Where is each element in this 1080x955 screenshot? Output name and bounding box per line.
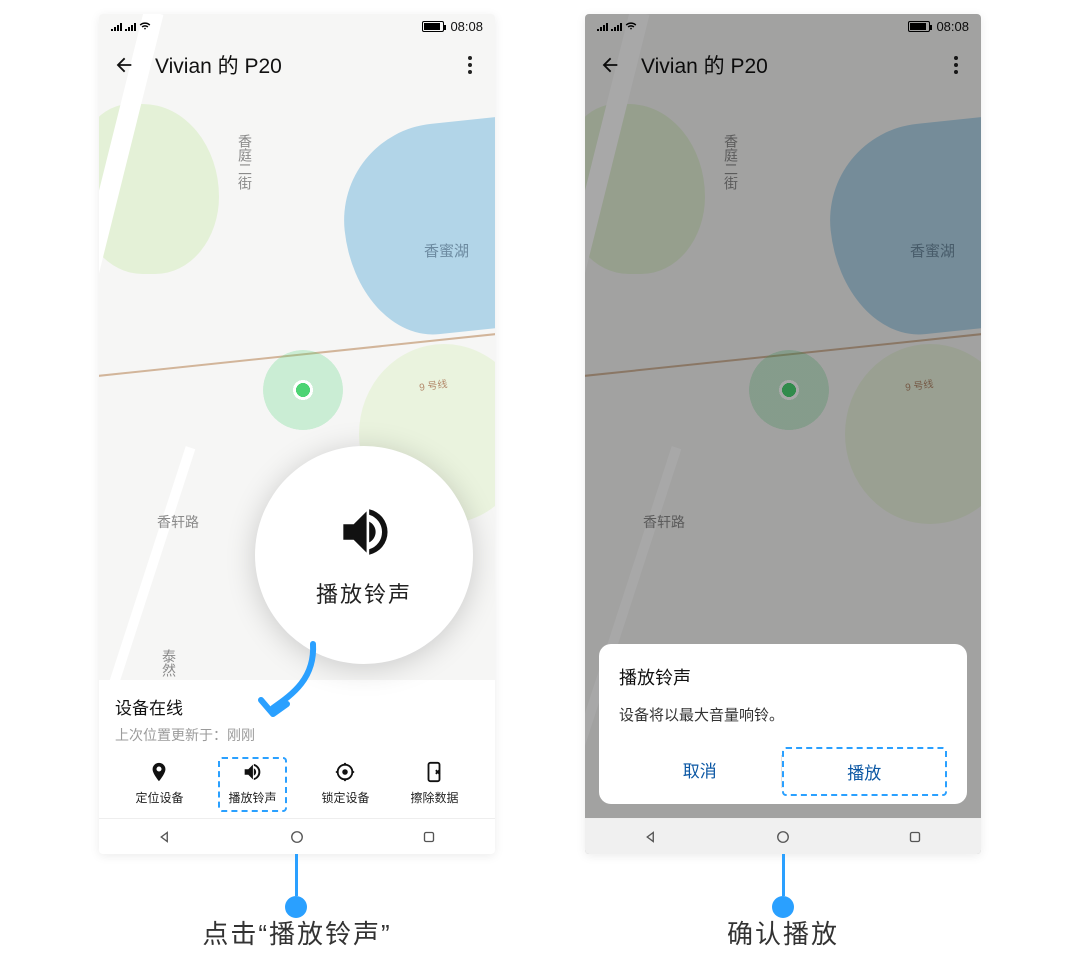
ring-confirm-dialog: 播放铃声 设备将以最大音量响铃。 取消 播放: [599, 644, 967, 804]
action-bar: 定位设备 播放铃声 锁定设备 擦除数据: [115, 757, 479, 812]
sound-icon: [241, 761, 263, 783]
nav-home-icon[interactable]: [288, 828, 306, 846]
play-ring-button[interactable]: 播放铃声: [218, 757, 286, 812]
ring-callout-label: 播放铃声: [316, 577, 412, 609]
map-label-lake: 香蜜湖: [424, 240, 469, 261]
dialog-message: 设备将以最大音量响铃。: [619, 704, 947, 725]
pin-icon: [148, 761, 170, 783]
cancel-button[interactable]: 取消: [619, 747, 781, 796]
locate-device-button[interactable]: 定位设备: [129, 757, 189, 812]
more-button[interactable]: [457, 56, 483, 74]
play-button[interactable]: 播放: [782, 747, 948, 796]
phone-screenshot-right: 香蜜湖 香轩路 香庭二街 9 号线 08:08: [585, 14, 981, 854]
signal-icon: [125, 21, 137, 31]
status-bar: 08:08: [99, 14, 495, 38]
lock-device-button[interactable]: 锁定设备: [315, 757, 375, 812]
map-label-street: 泰然: [159, 649, 179, 677]
action-label: 播放铃声: [228, 789, 276, 806]
dialog-title: 播放铃声: [619, 664, 947, 690]
nav-back-icon[interactable]: [156, 828, 174, 846]
erase-data-button[interactable]: 擦除数据: [404, 757, 464, 812]
nav-back-icon[interactable]: [642, 828, 660, 846]
nav-recent-icon[interactable]: [420, 828, 438, 846]
step-caption: 点击“播放铃声”: [202, 914, 391, 951]
device-location-dot[interactable]: [263, 350, 343, 430]
system-navbar: [585, 818, 981, 854]
arrow-left-icon: [113, 54, 135, 76]
ring-callout-bubble: 播放铃声: [255, 446, 473, 664]
step-caption: 确认播放: [727, 914, 839, 951]
signal-icon: [111, 21, 123, 31]
action-label: 锁定设备: [321, 789, 369, 806]
sound-icon: [333, 501, 395, 563]
action-label: 定位设备: [135, 789, 183, 806]
last-update-label: 上次位置更新于：刚刚: [115, 725, 479, 745]
app-bar: Vivian 的 P20: [99, 38, 495, 92]
nav-recent-icon[interactable]: [906, 828, 924, 846]
action-label: 擦除数据: [410, 789, 458, 806]
map-label-street: 香轩路: [157, 512, 199, 532]
map-label-street: 香庭二街: [235, 134, 255, 190]
page-title: Vivian 的 P20: [155, 50, 282, 80]
system-navbar: [99, 818, 495, 854]
back-button[interactable]: [111, 52, 137, 78]
wifi-icon: [139, 21, 151, 31]
pointer-arrow-icon: [253, 638, 327, 728]
battery-icon: [422, 21, 444, 32]
clock: 08:08: [450, 19, 483, 34]
nav-home-icon[interactable]: [774, 828, 792, 846]
phone-screenshot-left: 香蜜湖 香轩路 泰然 香庭二街 9 号线 08:08: [99, 14, 495, 854]
target-icon: [334, 761, 356, 783]
phone-erase-icon: [423, 761, 445, 783]
